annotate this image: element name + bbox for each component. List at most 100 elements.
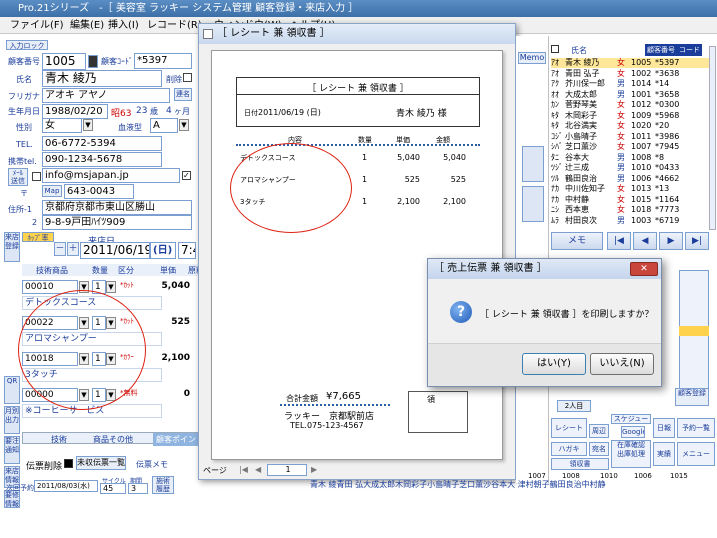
menu-edit[interactable]: 編集(E) (70, 17, 104, 34)
reservation-list-button[interactable]: 予約一覧 (677, 418, 715, 438)
delete-checkbox[interactable] (183, 73, 192, 82)
monthly-output-button[interactable]: 月別 出力 (4, 406, 20, 434)
send-mail-button[interactable]: ﾒｰﾙ 送信 (8, 168, 28, 186)
side-panel-tab[interactable] (522, 146, 544, 182)
list-item[interactable]: ﾅｶ 中川佐知子 女 1013 *13 (551, 184, 709, 194)
notice-button[interactable]: 要注 通知 (4, 436, 20, 464)
list-item[interactable]: ｼﾊﾞ 芝口薫沙 女 1007 *7945 (551, 142, 709, 152)
list-item[interactable]: ｱｵ 青田 弘子 女 1002 *3638 (551, 69, 709, 79)
date-plus-button[interactable]: ＋ (67, 242, 79, 256)
hop-dropdown[interactable]: ﾎｯﾌﾟ率 (22, 232, 54, 242)
kana-field[interactable]: アオキ アヤノ (42, 88, 170, 103)
tel-field[interactable]: 06-6772-5394 (42, 136, 162, 151)
list-item[interactable]: ｺｼﾞ 小島晴子 女 1011 *3986 (551, 132, 709, 142)
unreceived-list-button[interactable]: 未収伝票一覧 (76, 456, 126, 470)
list-gender: 男 (617, 79, 625, 88)
list-item[interactable]: ｷﾀ 北谷満実 女 1020 *20 (551, 121, 709, 131)
list-gender: 男 (617, 152, 625, 162)
list-item[interactable]: ｵｵ 大成太郎 男 1001 *3658 (551, 90, 709, 100)
chevron-down-icon[interactable]: ▼ (106, 281, 116, 293)
no-button[interactable]: いいえ(N) (590, 353, 654, 375)
menu-file[interactable]: ファイル(F) (10, 17, 64, 34)
item-price: 0 (183, 389, 190, 399)
receipt-button[interactable]: レシート (551, 418, 587, 438)
visit-time-field[interactable]: 7:4 (178, 242, 196, 259)
memo-button[interactable]: Memo (518, 52, 546, 64)
mail-checkbox[interactable] (32, 172, 41, 181)
customer-code-field[interactable]: *5397 (134, 53, 192, 69)
menu-button[interactable]: メニュー (677, 442, 715, 466)
select-all-checkbox[interactable] (551, 45, 559, 53)
next-record-button[interactable]: ▶ (659, 232, 683, 250)
list-scrollbar[interactable] (709, 46, 716, 230)
address1-label: 住所-1 (8, 205, 32, 214)
people-counter[interactable]: 2人目 (557, 400, 591, 412)
list-item[interactable]: ｱｸ 芥川保一郎 男 1014 *14 (551, 79, 709, 89)
list-kana: ﾂﾙ (551, 173, 559, 183)
postcard-button[interactable]: ハガキ (551, 442, 587, 456)
email-field[interactable]: info@msjapan.jp (42, 168, 180, 183)
daily-report-button[interactable]: 日報 (653, 418, 675, 438)
list-item[interactable]: ﾂｼﾞ 辻三成 男 1010 *0433 (551, 163, 709, 173)
list-item[interactable]: ﾆｼ 西本恵 女 1018 *7773 (551, 205, 709, 215)
list-item[interactable]: ﾑﾗ 村田良次 男 1003 *6719 (551, 216, 709, 226)
list-item[interactable]: ｱｵ 青木 綾乃 女 1005 *5397 (551, 58, 709, 68)
visit-weekday: (日) (150, 242, 176, 259)
list-name: 小島晴子 (565, 131, 597, 141)
list-item[interactable]: ﾅｶ 中村静 女 1015 *1164 (551, 195, 709, 205)
name-field[interactable]: 青木 綾乃 (42, 70, 162, 87)
blood-select[interactable]: A (150, 118, 178, 133)
prev-record-button[interactable]: ◀ (633, 232, 657, 250)
visit-date-field[interactable]: 2011/06/19 (80, 242, 150, 259)
barcode-icon[interactable] (88, 55, 98, 68)
list-name: 中村静 (565, 194, 589, 204)
list-item[interactable]: ｷﾀ 木岡彩子 女 1009 *5968 (551, 111, 709, 121)
schedule-button[interactable]: スケジュール (611, 414, 651, 424)
input-lock-checkbox[interactable]: 入力ロック (6, 40, 48, 50)
menu-insert[interactable]: 挿入(I) (108, 17, 139, 34)
qr-button[interactable]: QR (4, 376, 20, 404)
gender-select[interactable]: 女 (42, 118, 82, 133)
slip-delete-checkbox[interactable] (64, 459, 73, 468)
chevron-down-icon[interactable]: ▼ (83, 119, 93, 131)
side-panel-tab-2[interactable] (522, 186, 544, 222)
google-button[interactable]: Google (621, 426, 645, 438)
list-name: 鶴田良治 (565, 173, 597, 183)
list-name: 村田良次 (565, 215, 597, 225)
tab-products[interactable]: 商品その他 (93, 434, 133, 445)
customer-register-button[interactable]: 顧客登録 (675, 388, 709, 406)
yes-button[interactable]: はい(Y) (522, 353, 586, 375)
date-minus-button[interactable]: － (54, 242, 66, 256)
month-text: 4 (166, 106, 172, 116)
stock-button[interactable]: 在庫確認 出庫処理 (611, 440, 651, 468)
results-button[interactable]: 実績 (653, 442, 675, 466)
around-button[interactable]: 周辺 (589, 424, 609, 438)
list-item[interactable]: ｶﾝ 菅野琴美 女 1012 *0300 (551, 100, 709, 110)
chevron-down-icon[interactable]: ▼ (179, 119, 189, 131)
email-check-icon[interactable]: ✓ (182, 171, 191, 180)
list-gender: 女 (617, 205, 625, 214)
customer-no-field[interactable]: 1005 (42, 53, 86, 70)
list-no: 1014 (631, 79, 652, 88)
list-item[interactable]: ﾀﾆ 谷本大 男 1008 *8 (551, 153, 709, 163)
address2-field[interactable]: 9-8-9戸田ﾊｲﾂ909 (42, 215, 192, 230)
list-item[interactable]: ﾂﾙ 鶴田良治 男 1006 *4662 (551, 174, 709, 184)
address1-field[interactable]: 京都府京都市東山区勝山 (42, 200, 192, 215)
birth-field[interactable]: 1988/02/20 (42, 104, 108, 119)
visit-register-button[interactable]: 来店登録 (4, 232, 20, 262)
bottom-numbers: 1007 1008 1010 1006 1015 (526, 472, 717, 480)
receipt-book-button[interactable]: 領収書 (551, 458, 609, 470)
address-label-button[interactable]: 宛名 (589, 442, 609, 456)
map-button[interactable]: Map (42, 185, 62, 197)
tab-technique[interactable]: 技術 (51, 434, 67, 445)
mobile-field[interactable]: 090-1234-5678 (42, 152, 162, 167)
zip-field[interactable]: 643-0043 (64, 184, 134, 199)
first-record-button[interactable]: |◀ (607, 232, 631, 250)
menu-record[interactable]: レコード(R) (147, 17, 202, 34)
last-record-button[interactable]: ▶| (685, 232, 709, 250)
delete-label: 削除 (166, 75, 182, 84)
memo-list-button[interactable]: メモ (551, 232, 603, 250)
list-no: 1002 (631, 68, 652, 78)
link-name-button[interactable]: 連名 (174, 88, 192, 101)
close-icon[interactable]: ✕ (630, 262, 658, 276)
